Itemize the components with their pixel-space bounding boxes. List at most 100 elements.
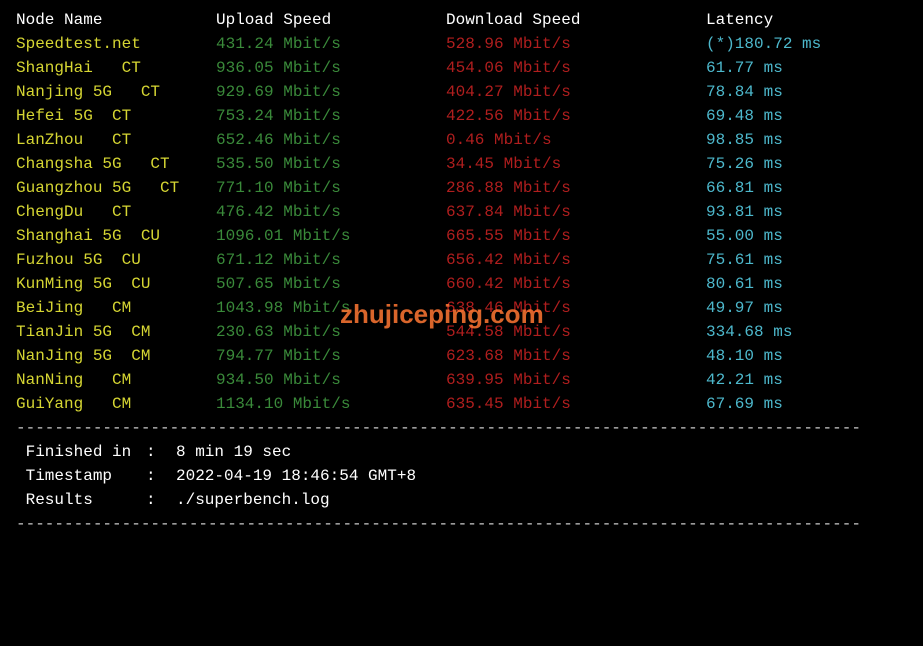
download-speed: 660.42 Mbit/s (446, 272, 706, 296)
table-row: NanNing CM934.50 Mbit/s639.95 Mbit/s42.2… (16, 368, 907, 392)
upload-speed: 936.05 Mbit/s (216, 56, 446, 80)
node-name: Speedtest.net (16, 32, 216, 56)
footer-results-value: ./superbench.log (176, 488, 330, 512)
node-name: LanZhou CT (16, 128, 216, 152)
footer-results-label: Results (16, 488, 146, 512)
table-row: ShangHai CT936.05 Mbit/s454.06 Mbit/s61.… (16, 56, 907, 80)
download-speed: 635.45 Mbit/s (446, 392, 706, 416)
node-name: ShangHai CT (16, 56, 216, 80)
table-row: Nanjing 5G CT929.69 Mbit/s404.27 Mbit/s7… (16, 80, 907, 104)
node-name: Guangzhou 5G CT (16, 176, 216, 200)
divider-line: ----------------------------------------… (16, 512, 907, 536)
header-upload: Upload Speed (216, 8, 446, 32)
upload-speed: 1096.01 Mbit/s (216, 224, 446, 248)
upload-speed: 753.24 Mbit/s (216, 104, 446, 128)
download-speed: 454.06 Mbit/s (446, 56, 706, 80)
table-row: Shanghai 5G CU1096.01 Mbit/s665.55 Mbit/… (16, 224, 907, 248)
header-download: Download Speed (446, 8, 706, 32)
latency-value: 334.68 ms (706, 320, 792, 344)
latency-value: 61.77 ms (706, 56, 783, 80)
upload-speed: 929.69 Mbit/s (216, 80, 446, 104)
node-name: ChengDu CT (16, 200, 216, 224)
footer-sep: : (146, 440, 176, 464)
speedtest-table-body: Speedtest.net431.24 Mbit/s528.96 Mbit/s(… (16, 32, 907, 416)
node-name: Hefei 5G CT (16, 104, 216, 128)
download-speed: 0.46 Mbit/s (446, 128, 706, 152)
node-name: BeiJing CM (16, 296, 216, 320)
table-row: NanJing 5G CM794.77 Mbit/s623.68 Mbit/s4… (16, 344, 907, 368)
download-speed: 638.46 Mbit/s (446, 296, 706, 320)
download-speed: 422.56 Mbit/s (446, 104, 706, 128)
node-name: NanNing CM (16, 368, 216, 392)
footer-timestamp: Timestamp : 2022-04-19 18:46:54 GMT+8 (16, 464, 907, 488)
latency-value: 80.61 ms (706, 272, 783, 296)
latency-value: 98.85 ms (706, 128, 783, 152)
footer-finished: Finished in : 8 min 19 sec (16, 440, 907, 464)
node-name: KunMing 5G CU (16, 272, 216, 296)
table-row: ChengDu CT476.42 Mbit/s637.84 Mbit/s93.8… (16, 200, 907, 224)
upload-speed: 794.77 Mbit/s (216, 344, 446, 368)
footer-results: Results : ./superbench.log (16, 488, 907, 512)
upload-speed: 1043.98 Mbit/s (216, 296, 446, 320)
upload-speed: 1134.10 Mbit/s (216, 392, 446, 416)
footer-timestamp-label: Timestamp (16, 464, 146, 488)
node-name: TianJin 5G CM (16, 320, 216, 344)
upload-speed: 507.65 Mbit/s (216, 272, 446, 296)
node-name: Shanghai 5G CU (16, 224, 216, 248)
upload-speed: 652.46 Mbit/s (216, 128, 446, 152)
upload-speed: 476.42 Mbit/s (216, 200, 446, 224)
footer-finished-label: Finished in (16, 440, 146, 464)
latency-value: 67.69 ms (706, 392, 783, 416)
upload-speed: 671.12 Mbit/s (216, 248, 446, 272)
table-row: Changsha 5G CT535.50 Mbit/s34.45 Mbit/s7… (16, 152, 907, 176)
latency-value: 75.61 ms (706, 248, 783, 272)
node-name: NanJing 5G CM (16, 344, 216, 368)
download-speed: 623.68 Mbit/s (446, 344, 706, 368)
table-row: GuiYang CM1134.10 Mbit/s635.45 Mbit/s67.… (16, 392, 907, 416)
table-row: BeiJing CM1043.98 Mbit/s638.46 Mbit/s49.… (16, 296, 907, 320)
download-speed: 34.45 Mbit/s (446, 152, 706, 176)
header-latency: Latency (706, 8, 773, 32)
table-row: KunMing 5G CU507.65 Mbit/s660.42 Mbit/s8… (16, 272, 907, 296)
footer-finished-value: 8 min 19 sec (176, 440, 291, 464)
footer-timestamp-value: 2022-04-19 18:46:54 GMT+8 (176, 464, 416, 488)
latency-value: 78.84 ms (706, 80, 783, 104)
table-row: TianJin 5G CM230.63 Mbit/s544.58 Mbit/s3… (16, 320, 907, 344)
download-speed: 656.42 Mbit/s (446, 248, 706, 272)
latency-value: 66.81 ms (706, 176, 783, 200)
latency-value: 49.97 ms (706, 296, 783, 320)
download-speed: 544.58 Mbit/s (446, 320, 706, 344)
table-row: Guangzhou 5G CT771.10 Mbit/s286.88 Mbit/… (16, 176, 907, 200)
upload-speed: 431.24 Mbit/s (216, 32, 446, 56)
footer-sep: : (146, 488, 176, 512)
download-speed: 404.27 Mbit/s (446, 80, 706, 104)
upload-speed: 771.10 Mbit/s (216, 176, 446, 200)
latency-value: 93.81 ms (706, 200, 783, 224)
upload-speed: 934.50 Mbit/s (216, 368, 446, 392)
table-header-row: Node Name Upload Speed Download Speed La… (16, 8, 907, 32)
latency-value: 42.21 ms (706, 368, 783, 392)
node-name: Nanjing 5G CT (16, 80, 216, 104)
download-speed: 639.95 Mbit/s (446, 368, 706, 392)
table-row: Fuzhou 5G CU671.12 Mbit/s656.42 Mbit/s75… (16, 248, 907, 272)
table-row: LanZhou CT652.46 Mbit/s0.46 Mbit/s98.85 … (16, 128, 907, 152)
node-name: GuiYang CM (16, 392, 216, 416)
latency-value: 69.48 ms (706, 104, 783, 128)
footer-sep: : (146, 464, 176, 488)
divider-line: ----------------------------------------… (16, 416, 907, 440)
download-speed: 665.55 Mbit/s (446, 224, 706, 248)
latency-value: 55.00 ms (706, 224, 783, 248)
header-node: Node Name (16, 8, 216, 32)
upload-speed: 535.50 Mbit/s (216, 152, 446, 176)
latency-value: (*)180.72 ms (706, 32, 821, 56)
download-speed: 286.88 Mbit/s (446, 176, 706, 200)
download-speed: 637.84 Mbit/s (446, 200, 706, 224)
download-speed: 528.96 Mbit/s (446, 32, 706, 56)
table-row: Speedtest.net431.24 Mbit/s528.96 Mbit/s(… (16, 32, 907, 56)
node-name: Fuzhou 5G CU (16, 248, 216, 272)
latency-value: 48.10 ms (706, 344, 783, 368)
table-row: Hefei 5G CT753.24 Mbit/s422.56 Mbit/s69.… (16, 104, 907, 128)
latency-value: 75.26 ms (706, 152, 783, 176)
node-name: Changsha 5G CT (16, 152, 216, 176)
upload-speed: 230.63 Mbit/s (216, 320, 446, 344)
